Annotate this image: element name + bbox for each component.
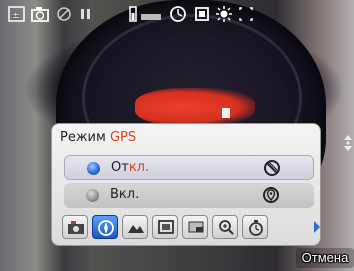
cancel-button[interactable]: Отмена bbox=[296, 248, 354, 268]
toolbar-next-arrow-icon[interactable] bbox=[314, 221, 320, 233]
dialog-title-prefix: Режим bbox=[60, 130, 110, 145]
stabilizer-icon[interactable] bbox=[192, 4, 212, 24]
timer-icon[interactable] bbox=[242, 215, 268, 239]
gps-mode-dialog: Режим GPS Откл. Вкл. bbox=[51, 123, 321, 246]
gps-option-off[interactable]: Откл. bbox=[64, 155, 314, 180]
dialog-title: Режим GPS bbox=[60, 130, 136, 145]
gps-option-on[interactable]: Вкл. bbox=[64, 183, 314, 208]
camera-mode-icon[interactable] bbox=[62, 215, 88, 239]
side-scroll-indicator bbox=[343, 134, 353, 155]
battery-icon bbox=[128, 4, 138, 24]
storage-icon bbox=[140, 4, 164, 24]
aspect-ratio-icon[interactable] bbox=[182, 215, 208, 239]
pause-icon[interactable] bbox=[78, 4, 94, 24]
option-off-label-prefix: От bbox=[111, 160, 129, 175]
viewfinder-highlight bbox=[222, 108, 230, 118]
settings-toolbar bbox=[62, 215, 320, 241]
frame-icon[interactable] bbox=[152, 215, 178, 239]
option-on-label-text: Вкл. bbox=[110, 187, 140, 202]
dialog-title-gps: GPS bbox=[109, 130, 137, 145]
gps-off-icon bbox=[263, 159, 281, 177]
self-timer-icon[interactable] bbox=[168, 4, 188, 24]
gps-compass-icon[interactable] bbox=[92, 215, 118, 239]
flash-icon[interactable] bbox=[56, 4, 72, 24]
gps-options: Откл. Вкл. bbox=[64, 155, 314, 209]
gps-on-icon bbox=[262, 186, 280, 204]
radio-selected-icon[interactable] bbox=[87, 162, 100, 175]
status-bar: ± bbox=[0, 4, 354, 28]
option-off-label: Откл. bbox=[111, 160, 149, 175]
white-balance-icon[interactable] bbox=[214, 4, 234, 24]
option-on-label: Вкл. bbox=[110, 187, 139, 202]
landscape-scene-icon[interactable] bbox=[122, 215, 148, 239]
focus-bracket-icon[interactable] bbox=[238, 4, 254, 24]
radio-unselected-icon[interactable] bbox=[86, 189, 99, 202]
zoom-icon[interactable] bbox=[212, 215, 238, 239]
viewfinder-hands bbox=[135, 88, 255, 126]
svg-text:±: ± bbox=[12, 11, 20, 21]
exposure-icon[interactable]: ± bbox=[8, 4, 26, 24]
camera-icon[interactable] bbox=[30, 4, 50, 24]
option-off-label-suffix: кл. bbox=[128, 160, 150, 175]
